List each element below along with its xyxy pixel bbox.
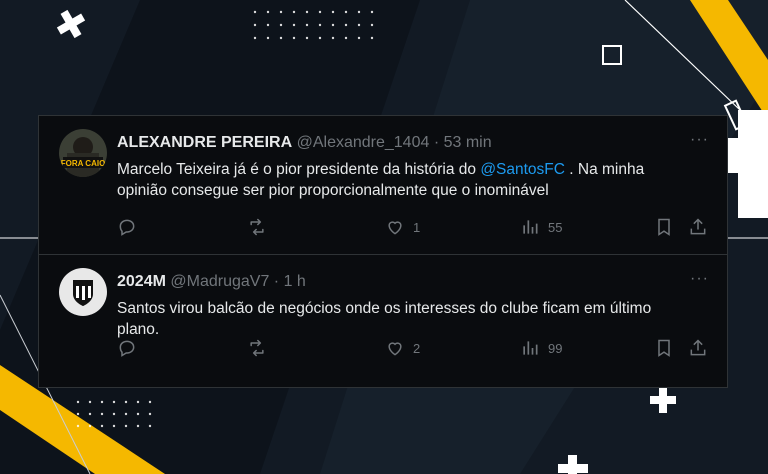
reply-icon bbox=[119, 219, 135, 236]
heart-icon bbox=[388, 221, 402, 235]
like-count: 1 bbox=[413, 219, 421, 235]
views-button[interactable]: 99 bbox=[520, 338, 562, 358]
view-count: 99 bbox=[548, 340, 563, 356]
reply-icon bbox=[119, 340, 135, 357]
share-icon bbox=[690, 339, 706, 356]
view-count: 55 bbox=[548, 219, 563, 235]
separator: · bbox=[273, 273, 280, 290]
more-options-icon[interactable]: ··· bbox=[690, 131, 709, 149]
analytics-icon bbox=[523, 220, 538, 234]
retweet-icon bbox=[250, 339, 264, 357]
avatar-text: FORA CAIO bbox=[61, 159, 106, 168]
tweet-text: Marcelo Teixeira já é o pior presidente … bbox=[117, 159, 697, 201]
separator: · bbox=[433, 134, 440, 151]
like-count: 2 bbox=[413, 340, 421, 356]
avatar[interactable]: FORA CAIO bbox=[59, 129, 107, 177]
bookmark-button[interactable] bbox=[654, 338, 674, 358]
heart-icon bbox=[388, 342, 402, 356]
mention-link[interactable]: @SantosFC bbox=[480, 161, 565, 178]
reply-button[interactable] bbox=[117, 217, 137, 237]
timestamp[interactable]: 1 h bbox=[284, 273, 306, 290]
tweet-actions: 1 55 bbox=[117, 217, 709, 241]
analytics-icon bbox=[523, 341, 538, 355]
retweet-icon bbox=[250, 218, 264, 236]
retweet-button[interactable] bbox=[247, 338, 267, 358]
user-handle[interactable]: @MadrugaV7 bbox=[170, 273, 269, 290]
share-icon bbox=[690, 218, 706, 235]
tweet-header: ALEXANDRE PEREIRA @Alexandre_1404 · 53 m… bbox=[117, 133, 492, 153]
user-handle[interactable]: @Alexandre_1404 bbox=[297, 134, 430, 151]
bookmark-icon bbox=[658, 339, 670, 357]
views-button[interactable]: 55 bbox=[520, 217, 562, 237]
retweet-button[interactable] bbox=[247, 217, 267, 237]
share-button[interactable] bbox=[688, 338, 708, 358]
like-button[interactable]: 1 bbox=[385, 217, 420, 237]
tweet[interactable]: FORA CAIO ALEXANDRE PEREIRA @Alexandre_1… bbox=[39, 116, 727, 254]
bookmark-button[interactable] bbox=[654, 217, 674, 237]
display-name[interactable]: ALEXANDRE PEREIRA bbox=[117, 134, 292, 151]
more-options-icon[interactable]: ··· bbox=[690, 270, 709, 288]
reply-button[interactable] bbox=[117, 338, 137, 358]
tweet-header: 2024M @MadrugaV7 · 1 h bbox=[117, 272, 306, 292]
display-name[interactable]: 2024M bbox=[117, 273, 166, 290]
tweet-actions: 2 99 bbox=[117, 338, 709, 362]
tweet-thread-card: FORA CAIO ALEXANDRE PEREIRA @Alexandre_1… bbox=[38, 115, 728, 388]
avatar[interactable] bbox=[59, 268, 107, 316]
like-button[interactable]: 2 bbox=[385, 338, 420, 358]
share-button[interactable] bbox=[688, 217, 708, 237]
tweet-text-start: Marcelo Teixeira já é o pior presidente … bbox=[117, 161, 481, 178]
tweet-text: Santos virou balcão de negócios onde os … bbox=[117, 300, 652, 338]
tweet[interactable]: 2024M @MadrugaV7 · 1 h ··· Santos virou … bbox=[39, 254, 727, 390]
bookmark-icon bbox=[658, 218, 670, 236]
timestamp[interactable]: 53 min bbox=[444, 134, 492, 151]
